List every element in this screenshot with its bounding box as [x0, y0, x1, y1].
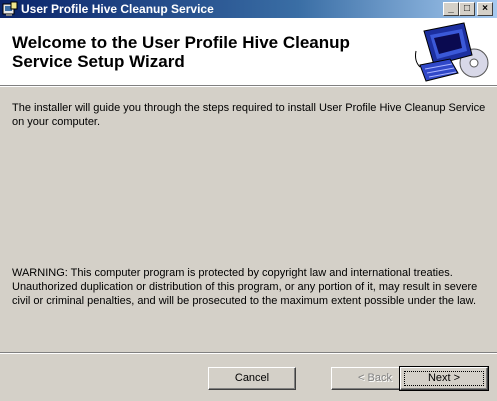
cancel-button[interactable]: Cancel: [208, 367, 296, 390]
installer-app-icon: [2, 1, 18, 16]
header-divider-highlight: [0, 86, 497, 87]
minimize-button[interactable]: _: [443, 2, 459, 16]
intro-text: The installer will guide you through the…: [12, 102, 486, 128]
maximize-icon: □: [463, 3, 471, 14]
wizard-header: Welcome to the User Profile Hive Cleanup…: [0, 18, 497, 85]
setup-wizard-window: User Profile Hive Cleanup Service _ □ × …: [0, 0, 497, 401]
next-button[interactable]: Next >: [399, 366, 489, 391]
focus-rectangle: [404, 371, 484, 386]
window-title: User Profile Hive Cleanup Service: [21, 2, 214, 16]
maximize-button[interactable]: □: [459, 2, 475, 16]
copyright-warning: WARNING: This computer program is protec…: [12, 267, 478, 307]
minimize-icon: _: [448, 3, 454, 14]
page-title: Welcome to the User Profile Hive Cleanup…: [12, 33, 350, 71]
computer-setup-icon: [415, 22, 489, 82]
title-bar[interactable]: User Profile Hive Cleanup Service _ □ ×: [0, 0, 497, 18]
close-icon: ×: [482, 3, 488, 14]
close-button[interactable]: ×: [477, 2, 493, 16]
footer-divider-highlight: [0, 353, 497, 354]
